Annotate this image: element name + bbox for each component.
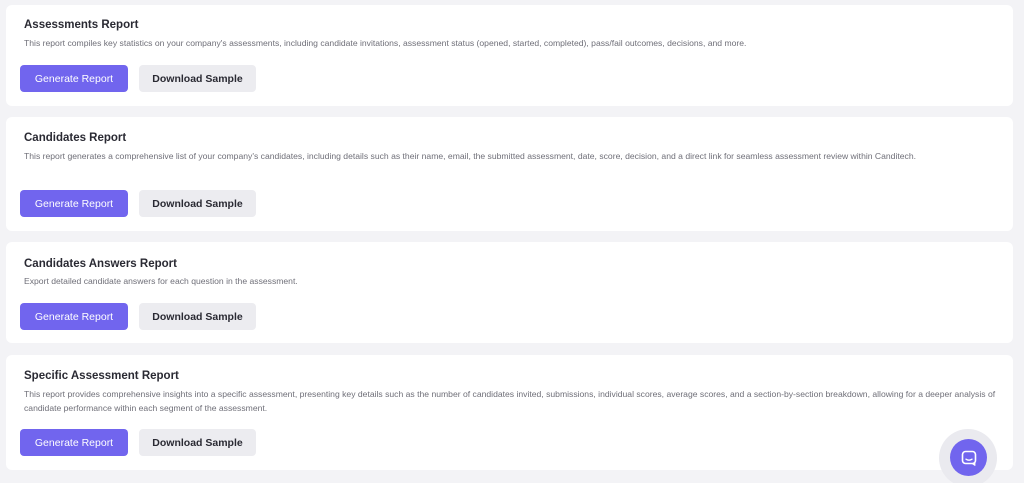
report-description: This report generates a comprehensive li… [24, 151, 917, 161]
generate-report-button[interactable]: Generate Report [20, 65, 128, 92]
generate-report-button[interactable]: Generate Report [20, 303, 128, 330]
download-sample-button[interactable]: Download Sample [139, 65, 256, 92]
report-card-assessments: Assessments Report This report compiles … [6, 5, 1013, 106]
report-card-candidates-answers: Candidates Answers Report Export detaile… [6, 242, 1013, 343]
download-sample-button[interactable]: Download Sample [139, 190, 256, 217]
download-sample-button[interactable]: Download Sample [139, 303, 256, 330]
chat-widget-button[interactable] [950, 439, 987, 476]
report-card-candidates: Candidates Report This report generates … [6, 117, 1013, 231]
download-sample-button[interactable]: Download Sample [139, 429, 256, 456]
report-description: Export detailed candidate answers for ea… [24, 276, 298, 286]
report-title: Candidates Report [24, 132, 127, 144]
generate-report-button[interactable]: Generate Report [20, 190, 128, 217]
report-card-specific-assessment: Specific Assessment Report This report p… [6, 355, 1013, 470]
generate-report-button[interactable]: Generate Report [20, 429, 128, 456]
report-description: This report provides comprehensive insig… [24, 389, 996, 413]
reports-page: Assessments Report This report compiles … [0, 0, 1024, 483]
report-description: This report compiles key statistics on y… [24, 38, 747, 48]
report-title: Candidates Answers Report [24, 258, 177, 270]
report-title: Assessments Report [24, 19, 139, 31]
chat-icon [960, 449, 978, 467]
report-title: Specific Assessment Report [24, 370, 179, 382]
